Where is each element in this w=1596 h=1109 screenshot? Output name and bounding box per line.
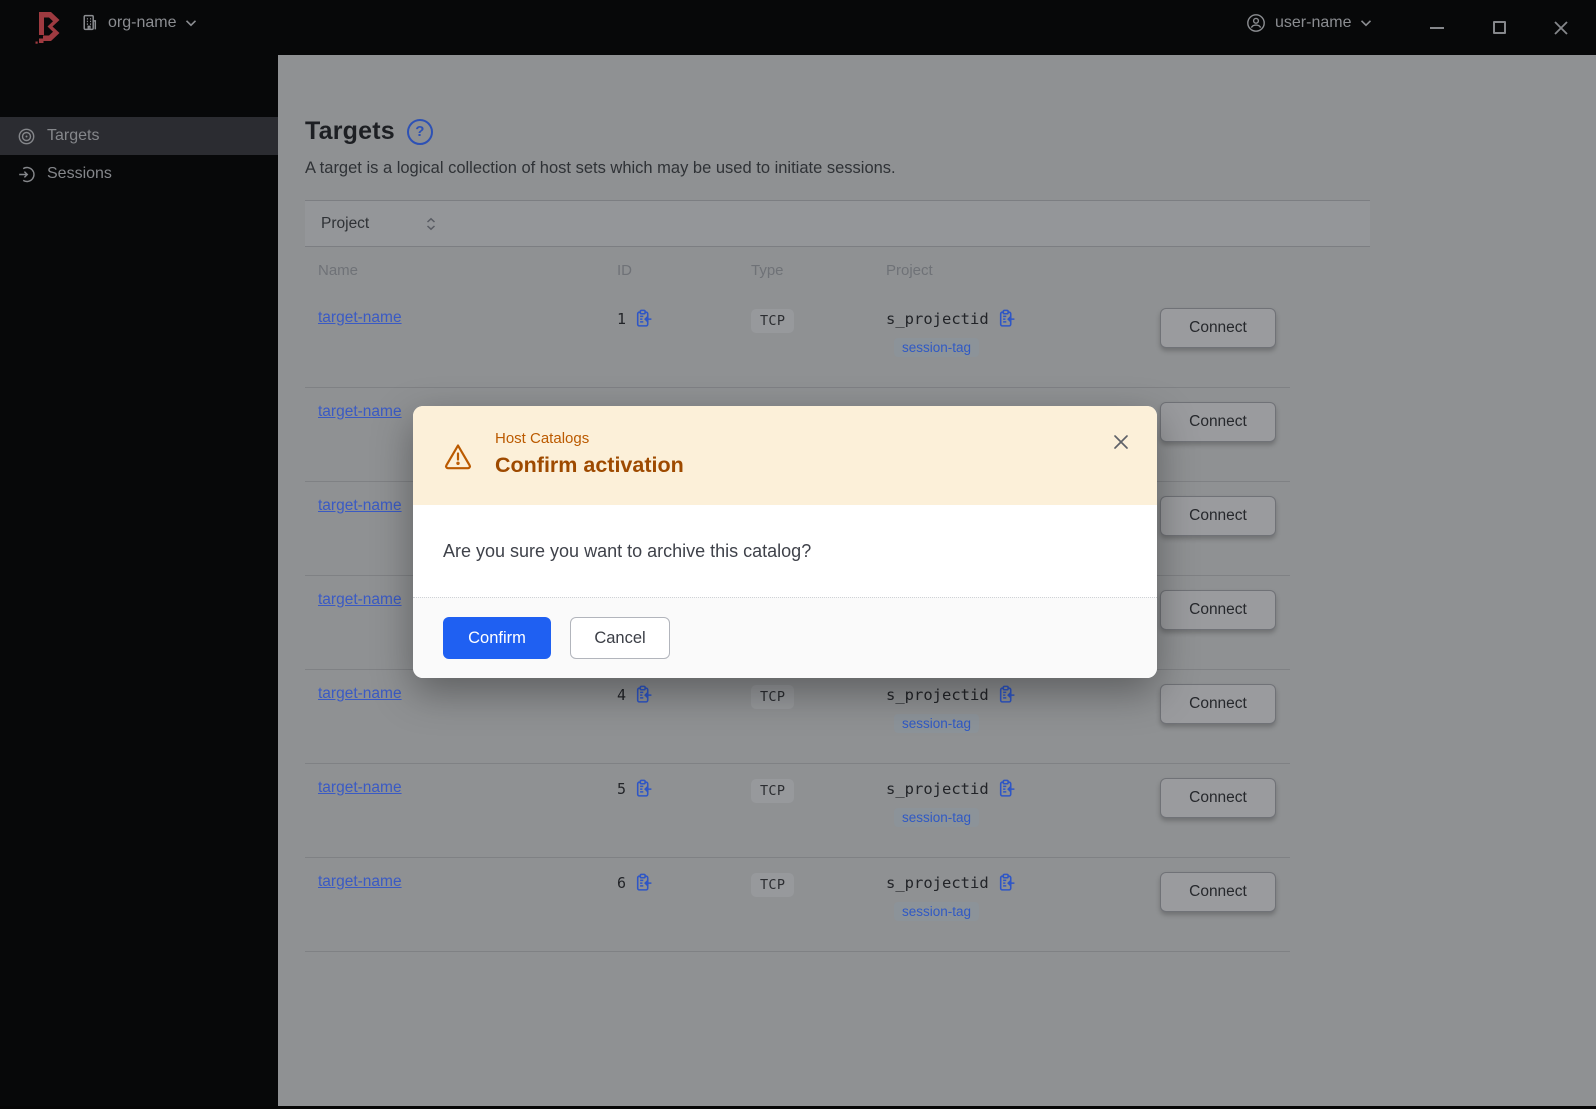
org-icon (80, 13, 99, 32)
filter-toolbar: Project (305, 200, 1370, 247)
dialog-footer: Confirm Cancel (413, 597, 1157, 678)
column-header-name: Name (318, 262, 359, 279)
target-name-link[interactable]: target-name (318, 591, 402, 608)
target-name-link[interactable]: target-name (318, 685, 402, 702)
chevron-down-icon (185, 19, 197, 27)
connect-button[interactable]: Connect (1160, 872, 1276, 912)
session-tag-badge[interactable]: session-tag (894, 714, 980, 733)
chevron-down-icon (1360, 19, 1372, 27)
copy-icon[interactable] (997, 309, 1016, 328)
column-header-type: Type (751, 262, 784, 279)
table-row: target-name 1 TCP s_projectid session-ta… (305, 294, 1290, 388)
dialog-body-text: Are you sure you want to archive this ca… (443, 540, 812, 561)
copy-icon[interactable] (997, 779, 1016, 798)
dialog-title: Confirm activation (495, 453, 684, 477)
dialog-header: Host Catalogs Confirm activation (413, 406, 1157, 505)
sidebar: Targets Sessions (0, 55, 278, 1109)
target-id: 4 (617, 685, 627, 704)
user-menu[interactable]: user-name (1246, 13, 1372, 33)
dialog-context-label: Host Catalogs (495, 430, 590, 447)
window-maximize-button[interactable] (1488, 17, 1510, 39)
target-name-link[interactable]: target-name (318, 497, 402, 514)
sidebar-item-sessions[interactable]: Sessions (0, 155, 278, 193)
column-header-project: Project (886, 262, 933, 279)
connect-button[interactable]: Connect (1160, 778, 1276, 818)
project-filter-dropdown[interactable]: Project (321, 215, 437, 233)
user-icon (1246, 13, 1266, 33)
connect-button[interactable]: Connect (1160, 496, 1276, 536)
copy-icon[interactable] (997, 685, 1016, 704)
sort-chevrons-icon (427, 217, 436, 230)
copy-icon[interactable] (634, 685, 653, 704)
copy-icon[interactable] (634, 309, 653, 328)
filter-label: Project (321, 214, 370, 232)
sessions-icon (18, 166, 35, 183)
project-id: s_projectid (886, 779, 989, 798)
table-row: target-name 5 TCP s_projectid session-ta… (305, 764, 1290, 858)
confirm-dialog: Host Catalogs Confirm activation Are you… (413, 406, 1157, 678)
session-tag-badge[interactable]: session-tag (894, 808, 980, 827)
sidebar-item-targets[interactable]: Targets (0, 117, 278, 155)
sidebar-item-label: Sessions (47, 165, 112, 182)
column-header-id: ID (617, 262, 632, 279)
project-id: s_projectid (886, 873, 989, 892)
connect-button[interactable]: Connect (1160, 684, 1276, 724)
connect-button[interactable]: Connect (1160, 308, 1276, 348)
window-minimize-button[interactable] (1426, 17, 1448, 39)
window-close-button[interactable] (1550, 17, 1572, 39)
help-icon[interactable]: ? (406, 118, 433, 145)
target-name-link[interactable]: target-name (318, 309, 402, 326)
copy-icon[interactable] (634, 779, 653, 798)
target-icon (18, 128, 35, 145)
connect-button[interactable]: Connect (1160, 590, 1276, 630)
project-id: s_projectid (886, 685, 989, 704)
table-header: Name ID Type Project (305, 247, 1290, 294)
target-name-link[interactable]: target-name (318, 873, 402, 890)
project-id: s_projectid (886, 309, 989, 328)
session-tag-badge[interactable]: session-tag (894, 338, 980, 357)
page-title: Targets (305, 117, 395, 145)
org-name-label: org-name (108, 13, 177, 31)
session-tag-badge[interactable]: session-tag (894, 902, 980, 921)
target-name-link[interactable]: target-name (318, 403, 402, 420)
type-badge: TCP (751, 685, 795, 709)
copy-icon[interactable] (997, 873, 1016, 892)
target-id: 1 (617, 309, 627, 328)
cancel-button[interactable]: Cancel (570, 617, 670, 659)
target-name-link[interactable]: target-name (318, 779, 402, 796)
user-name-label: user-name (1275, 14, 1352, 31)
table-row: target-name 4 TCP s_projectid session-ta… (305, 670, 1290, 764)
target-id: 5 (617, 779, 627, 798)
copy-icon[interactable] (634, 873, 653, 892)
boundary-logo-icon (30, 9, 66, 47)
titlebar: org-name user-name (0, 0, 1596, 55)
sidebar-item-label: Targets (47, 127, 100, 144)
confirm-button[interactable]: Confirm (443, 617, 551, 659)
type-badge: TCP (751, 779, 795, 803)
connect-button[interactable]: Connect (1160, 402, 1276, 442)
warning-icon (443, 441, 473, 471)
type-badge: TCP (751, 873, 795, 897)
dialog-close-icon[interactable] (1111, 432, 1133, 454)
target-id: 6 (617, 873, 627, 892)
page-description: A target is a logical collection of host… (305, 159, 896, 177)
type-badge: TCP (751, 309, 795, 333)
org-switcher[interactable]: org-name (80, 13, 197, 32)
table-row: target-name 6 TCP s_projectid session-ta… (305, 858, 1290, 952)
